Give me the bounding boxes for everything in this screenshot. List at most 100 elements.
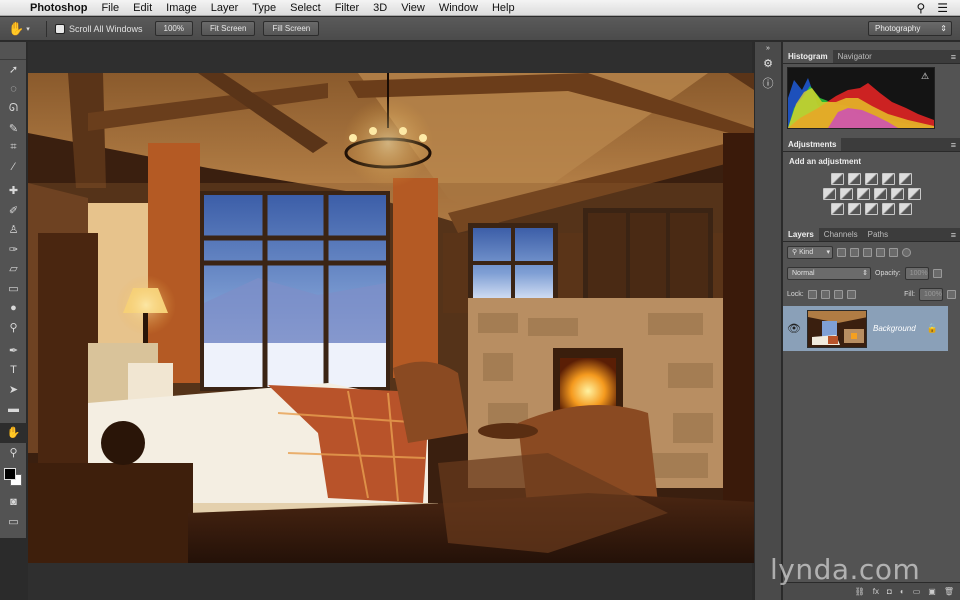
workspace-switcher[interactable]: Photography ⇕ <box>868 21 952 36</box>
marquee-icon[interactable]: ◌ <box>0 80 27 100</box>
tab-adjustments[interactable]: Adjustments <box>783 138 842 151</box>
layer-row-background[interactable]: 👁 Background 🔒 <box>783 306 948 351</box>
info-icon[interactable]: ⓘ <box>756 74 780 92</box>
selective-color-icon[interactable] <box>882 203 895 215</box>
tool-presets-icon[interactable]: ⚙ <box>756 54 780 72</box>
list-menu-icon[interactable]: ☰ <box>937 1 948 15</box>
hand-icon[interactable]: ✋ <box>0 423 27 443</box>
gradient-icon[interactable]: ▭ <box>0 279 27 299</box>
opacity-slider-icon[interactable] <box>932 269 942 278</box>
filter-type-icon[interactable] <box>863 248 872 257</box>
cache-warning-icon[interactable]: ⚠ <box>921 71 929 82</box>
menu-layer[interactable]: Layer <box>211 2 239 14</box>
blur-icon[interactable]: ● <box>0 298 27 318</box>
history-brush-icon[interactable]: ✑ <box>0 240 27 260</box>
panel-menu-icon[interactable]: ≡ <box>951 228 956 242</box>
menu-type[interactable]: Type <box>252 2 276 14</box>
shape-icon[interactable]: ▬ <box>0 400 27 420</box>
menu-file[interactable]: File <box>101 2 119 14</box>
black-white-icon[interactable] <box>856 188 870 200</box>
tab-layers[interactable]: Layers <box>783 228 819 241</box>
eraser-icon[interactable]: ▱ <box>0 259 27 279</box>
quick-select-icon[interactable]: ✎ <box>0 119 27 139</box>
scroll-all-windows-checkbox[interactable] <box>55 23 65 34</box>
zoom-icon[interactable]: ⚲ <box>0 443 27 463</box>
exposure-icon[interactable] <box>882 173 895 185</box>
filter-shape-icon[interactable] <box>876 248 885 257</box>
curves-icon[interactable] <box>865 173 878 185</box>
new-layer-icon[interactable]: ▣ <box>928 587 936 596</box>
zoom-100-button[interactable]: 100% <box>154 21 193 36</box>
brightness-contrast-icon[interactable] <box>831 173 844 185</box>
menu-filter[interactable]: Filter <box>335 2 359 14</box>
color-balance-icon[interactable] <box>839 188 853 200</box>
invert-icon[interactable] <box>831 203 844 215</box>
lock-position-icon[interactable] <box>833 290 843 299</box>
tab-navigator[interactable]: Navigator <box>833 50 877 63</box>
screen-mode-icon[interactable]: ▭ <box>0 512 27 532</box>
lock-image-icon[interactable] <box>820 290 830 299</box>
eyedropper-icon[interactable]: ⁄ <box>0 158 27 178</box>
foreground-color-swatch[interactable] <box>4 468 16 480</box>
crop-icon[interactable]: ⌗ <box>0 138 27 158</box>
dodge-icon[interactable]: ⚲ <box>0 318 27 338</box>
photo-filter-icon[interactable] <box>873 188 887 200</box>
fill-field[interactable]: 100% <box>919 288 943 301</box>
tab-channels[interactable]: Channels <box>819 228 863 241</box>
link-layers-icon[interactable]: ⛓ <box>855 587 865 596</box>
quick-mask-icon[interactable]: ◙ <box>0 492 27 512</box>
lock-transparent-icon[interactable] <box>807 290 817 299</box>
trash-icon[interactable]: 🗑 <box>944 587 954 596</box>
hand-tool-preset-icon[interactable]: ✋ ▾ <box>8 21 38 37</box>
color-swatches[interactable] <box>0 462 26 492</box>
tab-histogram[interactable]: Histogram <box>783 50 833 63</box>
layer-mask-icon[interactable]: ◘ <box>887 587 892 596</box>
menu-image[interactable]: Image <box>166 2 197 14</box>
layer-name[interactable]: Background <box>873 324 916 333</box>
app-menu[interactable]: Photoshop <box>30 2 87 14</box>
color-lookup-icon[interactable] <box>907 188 921 200</box>
filter-pixel-icon[interactable] <box>837 248 846 257</box>
gradient-map-icon[interactable] <box>899 203 912 215</box>
healing-icon[interactable]: ✚ <box>0 181 27 201</box>
filter-toggle-icon[interactable] <box>902 248 911 257</box>
vibrance-icon[interactable] <box>899 173 912 185</box>
kind-filter-select[interactable]: ⚲ Kind ▾ <box>787 246 833 259</box>
menu-3d[interactable]: 3D <box>373 2 387 14</box>
stamp-icon[interactable]: ♙ <box>0 220 27 240</box>
fit-screen-button[interactable]: Fit Screen <box>201 21 256 36</box>
opacity-field[interactable]: 100% <box>904 267 929 280</box>
fill-screen-button[interactable]: Fill Screen <box>263 21 320 36</box>
blend-mode-select[interactable]: Normal ⇕ <box>787 267 871 280</box>
filter-smart-object-icon[interactable] <box>889 248 898 257</box>
hue-saturation-icon[interactable] <box>822 188 836 200</box>
type-icon[interactable]: T <box>0 361 27 381</box>
panel-menu-icon[interactable]: ≡ <box>951 138 956 152</box>
brush-icon[interactable]: ✐ <box>0 201 27 221</box>
panel-menu-icon[interactable]: ≡ <box>951 50 956 64</box>
toolbox-grip[interactable] <box>0 42 26 60</box>
fill-slider-icon[interactable] <box>947 290 956 299</box>
threshold-icon[interactable] <box>865 203 878 215</box>
posterize-icon[interactable] <box>848 203 861 215</box>
document-canvas[interactable] <box>28 73 774 563</box>
tab-paths[interactable]: Paths <box>863 228 893 241</box>
menu-select[interactable]: Select <box>290 2 321 14</box>
expand-panels-icon[interactable]: » <box>756 44 780 52</box>
path-select-icon[interactable]: ➤ <box>0 380 27 400</box>
move-icon[interactable]: ➚ <box>0 60 27 80</box>
visibility-eye-icon[interactable]: 👁 <box>783 322 805 335</box>
new-group-icon[interactable]: ▭ <box>913 587 921 596</box>
lasso-icon[interactable]: ᘏ <box>0 99 27 119</box>
filter-adjustment-icon[interactable] <box>850 248 859 257</box>
lock-all-icon[interactable] <box>846 290 856 299</box>
menu-edit[interactable]: Edit <box>133 2 152 14</box>
menu-view[interactable]: View <box>401 2 425 14</box>
channel-mixer-icon[interactable] <box>890 188 904 200</box>
spotlight-search-icon[interactable]: ⚲ <box>916 1 925 15</box>
new-adjustment-icon[interactable]: ◐ <box>900 587 905 596</box>
layer-style-icon[interactable]: fx <box>873 587 879 596</box>
menu-help[interactable]: Help <box>492 2 515 14</box>
pen-icon[interactable]: ✒ <box>0 341 27 361</box>
menu-window[interactable]: Window <box>439 2 478 14</box>
